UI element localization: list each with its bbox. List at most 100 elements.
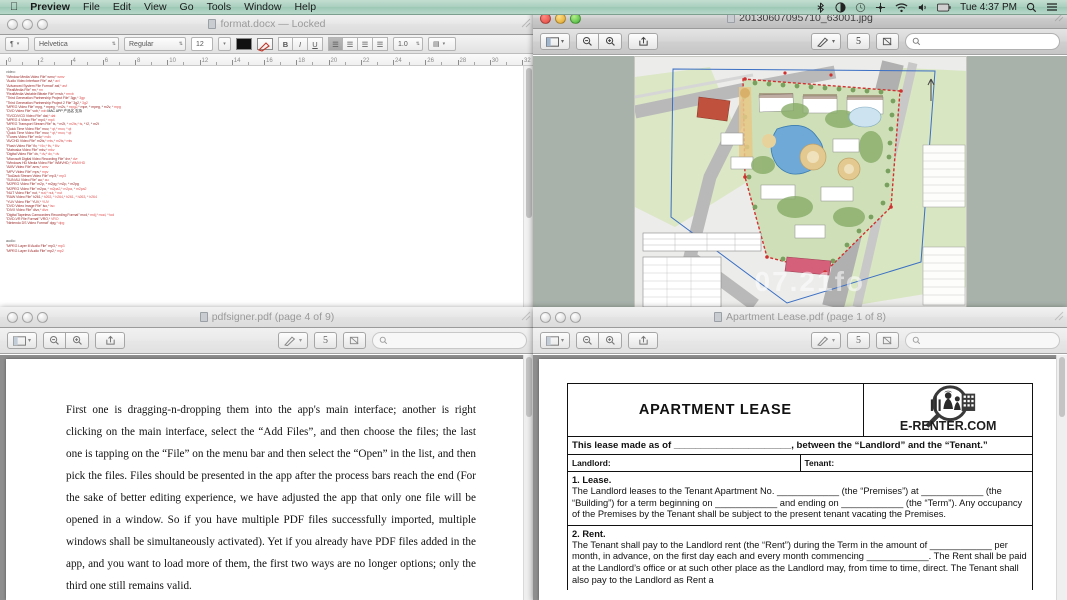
window-apartment-lease[interactable]: Apartment Lease.pdf (page 1 of 8) ▾	[533, 307, 1067, 600]
zoom-button[interactable]	[37, 312, 48, 323]
zoom-in-icon[interactable]	[599, 33, 622, 50]
minimize-button[interactable]	[555, 312, 566, 323]
timemachine-icon[interactable]	[855, 2, 866, 13]
window-controls-pdfsigner[interactable]	[7, 312, 48, 323]
align-left-icon[interactable]: ☰	[328, 37, 343, 51]
format-document-body[interactable]: video:"Window Media Video File" wmv,* wm…	[0, 66, 534, 307]
page-number-field[interactable]: 5	[847, 332, 870, 349]
preview-toolbar-jpg[interactable]: ▾ ▾ 5	[533, 29, 1067, 55]
menubar-clock[interactable]: Tue 4:37 PM	[960, 2, 1017, 13]
battery-icon[interactable]	[937, 2, 951, 13]
close-button[interactable]	[7, 312, 18, 323]
window-controls-lease[interactable]	[540, 312, 581, 323]
underline-button[interactable]: U	[308, 37, 323, 51]
notification-center-icon[interactable]	[1046, 2, 1058, 13]
resize-corner-icon[interactable]	[521, 311, 531, 321]
align-justify-icon[interactable]: ☰	[373, 37, 388, 51]
alignment-group[interactable]: ☰ ☰ ☰ ☰	[328, 37, 388, 51]
page-number-field[interactable]: 5	[314, 332, 337, 349]
airplay-icon[interactable]	[875, 2, 886, 13]
share-icon[interactable]	[95, 332, 125, 349]
zoom-button-group[interactable]	[43, 332, 89, 349]
rotate-icon[interactable]	[876, 332, 899, 349]
pdf-canvas-pdfsigner[interactable]: First one is dragging-n-dropping them in…	[0, 355, 534, 600]
preview-toolbar-pdfsigner[interactable]: ▾ ▾ 5	[0, 328, 534, 354]
text-color-swatch[interactable]	[236, 38, 252, 50]
menu-item-file[interactable]: File	[83, 1, 100, 13]
titlebar-format-docx[interactable]: format.docx — Locked	[0, 14, 534, 35]
italic-button[interactable]: I	[293, 37, 308, 51]
ruler[interactable]: 02468101214161820222426283032	[0, 54, 534, 66]
resize-corner-icon[interactable]	[521, 18, 531, 28]
menu-item-edit[interactable]: Edit	[113, 1, 131, 13]
wifi-icon[interactable]	[895, 2, 908, 13]
line-spacing-popup[interactable]: 1.0 ⇅	[393, 37, 423, 51]
zoom-out-icon[interactable]	[576, 33, 599, 50]
close-button[interactable]	[7, 19, 18, 30]
search-input[interactable]	[905, 33, 1060, 50]
font-style-popup[interactable]: Regular ⇅	[124, 37, 186, 51]
highlight-color-button[interactable]	[257, 38, 273, 50]
zoom-out-icon[interactable]	[576, 332, 599, 349]
font-size-input[interactable]: 12	[191, 37, 213, 51]
minimize-button[interactable]	[22, 19, 33, 30]
scrollbar-thumb[interactable]	[526, 68, 532, 218]
menu-app-name[interactable]: Preview	[30, 1, 70, 13]
align-center-icon[interactable]: ☰	[343, 37, 358, 51]
rotate-icon[interactable]	[876, 33, 899, 50]
chevron-down-icon: ▾	[223, 42, 226, 47]
paragraph-style-popup[interactable]: ¶ ▾	[5, 37, 29, 51]
markup-pen-icon[interactable]: ▾	[278, 332, 308, 349]
sidebar-toggle-icon[interactable]: ▾	[540, 332, 570, 349]
markup-pen-icon[interactable]: ▾	[811, 33, 841, 50]
window-pdfsigner[interactable]: pdfsigner.pdf (page 4 of 9) ▾	[0, 307, 534, 600]
preview-toolbar-lease[interactable]: ▾ ▾ 5	[533, 328, 1067, 354]
image-canvas[interactable]: 07.21fo	[533, 56, 1067, 310]
menu-item-tools[interactable]: Tools	[207, 1, 232, 13]
minimize-button[interactable]	[22, 312, 33, 323]
close-button[interactable]	[540, 312, 551, 323]
titlebar-apartment-lease[interactable]: Apartment Lease.pdf (page 1 of 8)	[533, 307, 1067, 328]
sidebar-toggle-icon[interactable]: ▾	[7, 332, 37, 349]
menu-item-view[interactable]: View	[144, 1, 167, 13]
titlebar-pdfsigner[interactable]: pdfsigner.pdf (page 4 of 9)	[0, 307, 534, 328]
share-icon[interactable]	[628, 332, 658, 349]
sidebar-toggle-icon[interactable]: ▾	[540, 33, 570, 50]
text-style-group[interactable]: B I U	[278, 37, 323, 51]
resize-corner-icon[interactable]	[1054, 311, 1064, 321]
menu-item-help[interactable]: Help	[294, 1, 316, 13]
zoom-out-icon[interactable]	[43, 332, 66, 349]
zoom-button-group[interactable]	[576, 332, 622, 349]
window-controls-format[interactable]	[7, 19, 48, 30]
zoom-button-group[interactable]	[576, 33, 622, 50]
font-size-stepper[interactable]: ▾	[218, 37, 231, 51]
zoom-button[interactable]	[37, 19, 48, 30]
share-icon[interactable]	[628, 33, 658, 50]
zoom-button[interactable]	[570, 312, 581, 323]
zoom-in-icon[interactable]	[599, 332, 622, 349]
window-format-docx[interactable]: format.docx — Locked ¶ ▾ Helvetica ⇅ Reg…	[0, 14, 534, 307]
apple-logo-icon[interactable]: 	[10, 2, 18, 13]
page-number-field[interactable]: 5	[847, 33, 870, 50]
menu-item-go[interactable]: Go	[180, 1, 194, 13]
search-input[interactable]	[905, 332, 1060, 349]
align-right-icon[interactable]: ☰	[358, 37, 373, 51]
vertical-scrollbar[interactable]	[1056, 355, 1067, 600]
rotate-icon[interactable]	[343, 332, 366, 349]
displays-icon[interactable]	[835, 2, 846, 13]
scrollbar-thumb[interactable]	[1059, 357, 1065, 417]
markup-pen-icon[interactable]: ▾	[811, 332, 841, 349]
list-style-popup[interactable]: ▤ ▾	[428, 37, 456, 51]
bold-button[interactable]: B	[278, 37, 293, 51]
scrollbar-thumb[interactable]	[526, 357, 532, 417]
menu-item-window[interactable]: Window	[244, 1, 281, 13]
font-family-popup[interactable]: Helvetica ⇅	[34, 37, 119, 51]
bluetooth-icon[interactable]	[815, 2, 826, 13]
zoom-in-icon[interactable]	[66, 332, 89, 349]
volume-icon[interactable]	[917, 2, 928, 13]
format-toolbar[interactable]: ¶ ▾ Helvetica ⇅ Regular ⇅ 12 ▾ B	[0, 35, 534, 54]
search-input[interactable]	[372, 332, 527, 349]
pdf-canvas-lease[interactable]: APARTMENT LEASE	[533, 355, 1067, 600]
search-icon[interactable]	[1026, 2, 1037, 13]
window-image-viewer[interactable]: 20130607095710_63001.jpg ▾	[533, 8, 1067, 310]
